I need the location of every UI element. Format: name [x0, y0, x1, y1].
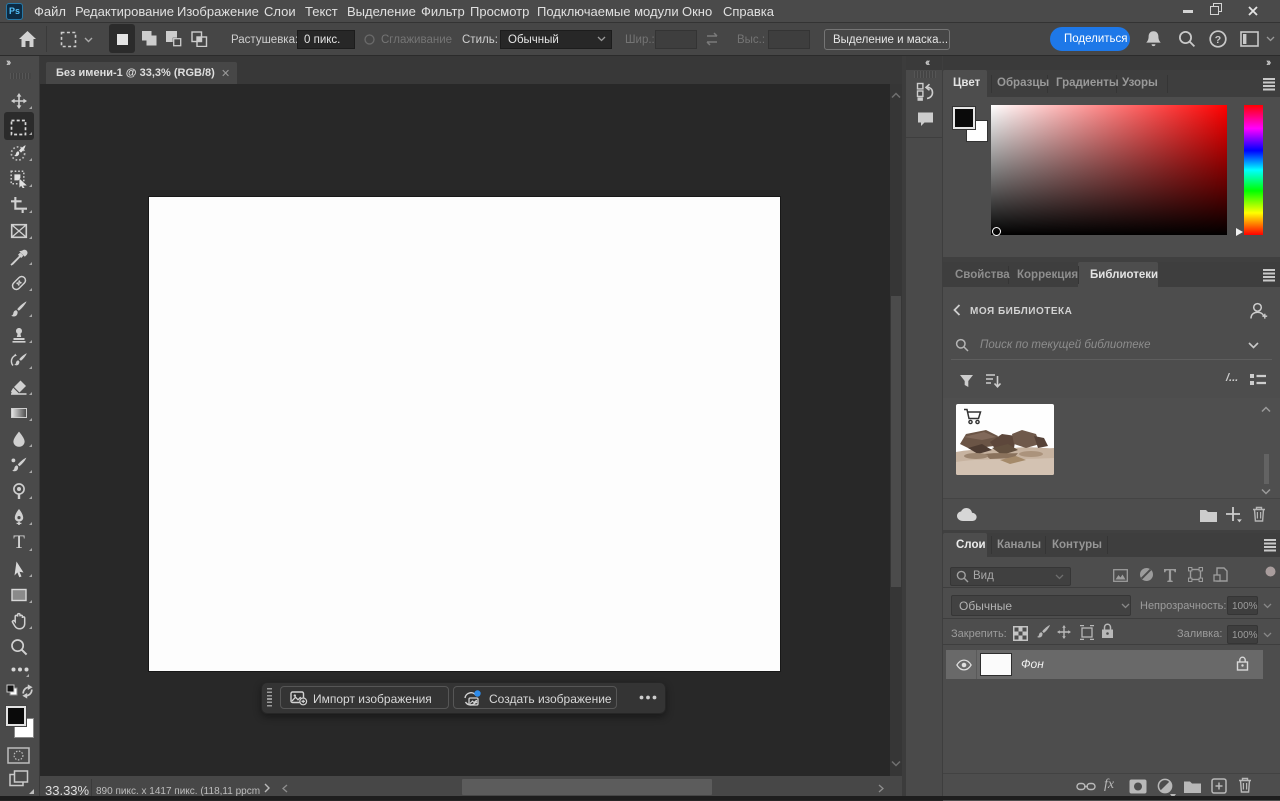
svg-text:?: ?: [1215, 34, 1221, 46]
